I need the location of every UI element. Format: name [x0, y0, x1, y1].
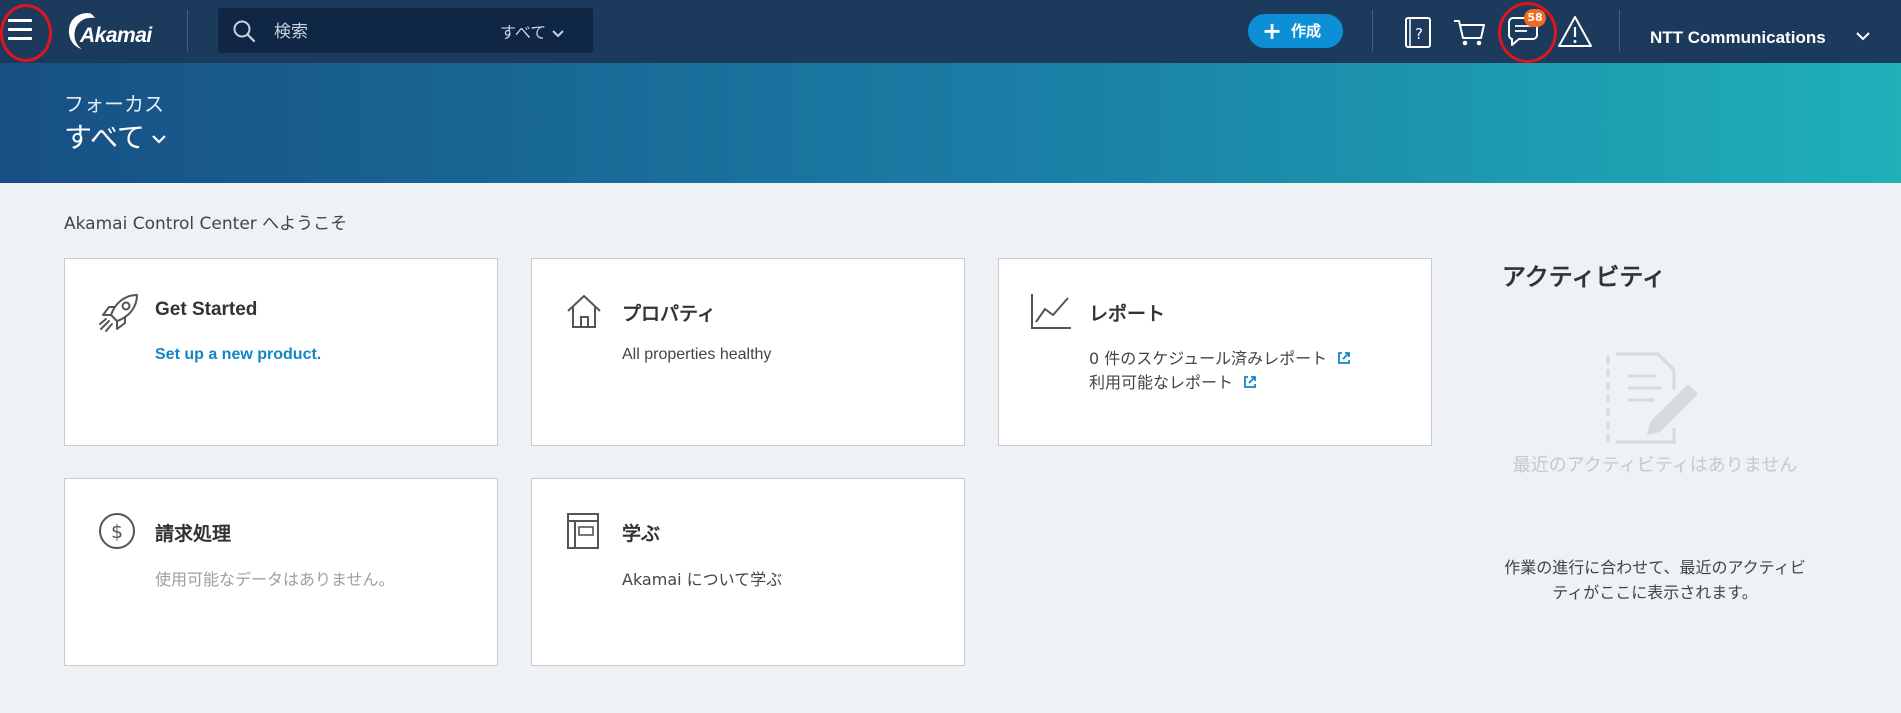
account-switcher[interactable]: NTT Communications [1650, 28, 1870, 48]
search-scope-label: すべて [500, 23, 547, 42]
top-nav-bar: Akamai すべて + 作成 ? 58 [0, 0, 1901, 63]
chevron-down-icon [552, 29, 564, 37]
create-button-label: 作成 [1291, 22, 1322, 40]
activity-description: 作業の進行に合わせて、最近のアクティビティがここに表示されます。 [1504, 558, 1806, 602]
akamai-logo[interactable]: Akamai [64, 10, 160, 52]
plus-icon: + [1262, 17, 1283, 45]
svg-text:?: ? [1415, 25, 1423, 43]
setup-product-link[interactable]: Set up a new product. [155, 346, 321, 364]
search-scope-dropdown[interactable]: すべて [500, 19, 564, 42]
svg-text:$: $ [111, 521, 123, 543]
card-title: レポート [1089, 303, 1166, 325]
nav-divider [1619, 10, 1620, 52]
available-reports-label: 利用可能なレポート [1089, 373, 1234, 392]
available-reports-link[interactable]: 利用可能なレポート [1089, 369, 1257, 393]
search-input[interactable] [272, 18, 476, 45]
activity-title: アクティビティ [1502, 263, 1666, 291]
external-link-icon [1338, 352, 1351, 364]
scheduled-reports-label: 0 件のスケジュール済みレポート [1089, 349, 1328, 368]
card-subtitle: Akamai について学ぶ [622, 570, 783, 589]
help-book-icon[interactable]: ? [1398, 12, 1438, 52]
card-get-started[interactable]: Get Started Set up a new product. [64, 258, 498, 446]
chevron-down-icon [152, 135, 166, 144]
chevron-down-icon [1856, 32, 1870, 41]
logo-text: Akamai [80, 24, 152, 47]
focus-value: すべて [64, 121, 145, 154]
rocket-icon [99, 294, 138, 332]
cart-icon[interactable] [1450, 12, 1490, 52]
notification-count-badge: 58 [1524, 9, 1546, 27]
house-icon [567, 295, 601, 328]
card-title: Get Started [155, 299, 258, 320]
search-icon[interactable] [232, 19, 256, 43]
card-reports[interactable]: レポート 0 件のスケジュール済みレポート 利用可能なレポート [998, 258, 1432, 446]
document-edit-icon [1606, 352, 1698, 444]
account-name: NTT Communications [1650, 28, 1826, 47]
focus-banner: フォーカス すべて [0, 63, 1901, 183]
search-bar: すべて [218, 8, 593, 53]
focus-label: フォーカス [64, 92, 164, 116]
create-button[interactable]: + 作成 [1248, 14, 1343, 48]
nav-divider [1372, 10, 1373, 52]
dollar-circle-icon: $ [99, 513, 135, 549]
card-properties[interactable]: プロパティ All properties healthy [531, 258, 965, 446]
card-subtitle: 使用可能なデータはありません。 [155, 570, 395, 589]
card-billing[interactable]: $ 請求処理 使用可能なデータはありません。 [64, 478, 498, 666]
book-icon [567, 513, 599, 549]
card-title: 学ぶ [622, 523, 661, 545]
card-subtitle: All properties healthy [622, 346, 772, 363]
activity-empty-message: 最近のアクティビティはありません [1512, 455, 1798, 476]
scheduled-reports-link[interactable]: 0 件のスケジュール済みレポート [1089, 345, 1351, 369]
alert-triangle-icon[interactable] [1555, 12, 1595, 52]
welcome-heading: Akamai Control Center へようこそ [64, 214, 348, 234]
card-learn[interactable]: 学ぶ Akamai について学ぶ [531, 478, 965, 666]
line-chart-icon [1031, 294, 1071, 329]
hamburger-menu-icon[interactable] [6, 13, 34, 47]
external-link-icon [1244, 376, 1256, 388]
card-title: プロパティ [622, 303, 716, 325]
focus-selector[interactable]: すべて [64, 116, 167, 156]
card-title: 請求処理 [155, 523, 232, 545]
nav-divider [187, 10, 188, 52]
